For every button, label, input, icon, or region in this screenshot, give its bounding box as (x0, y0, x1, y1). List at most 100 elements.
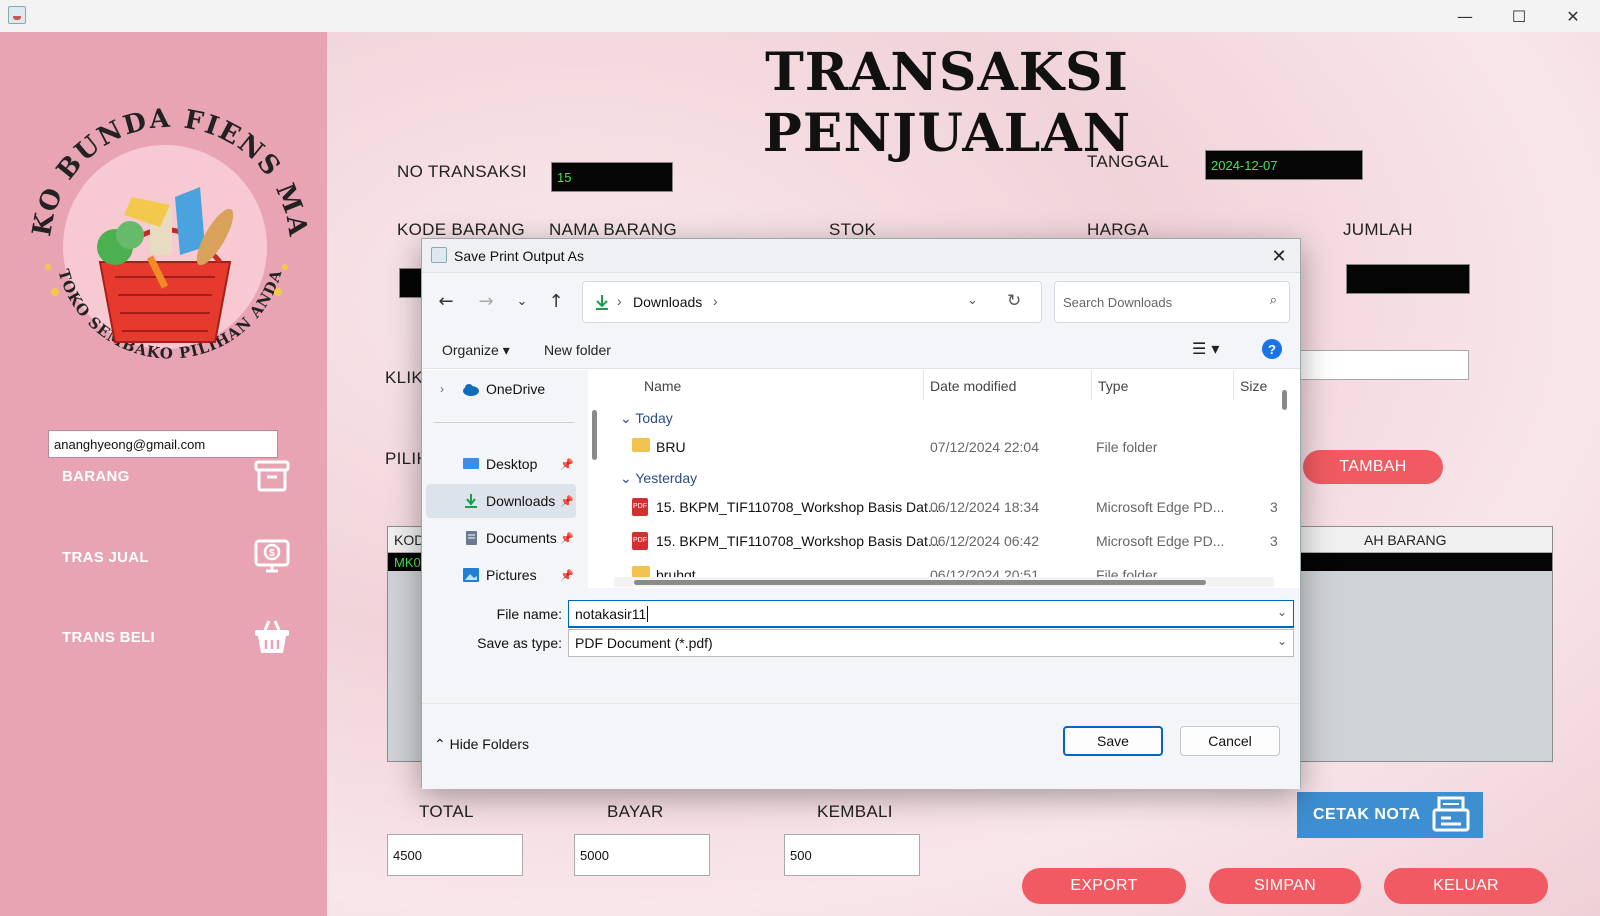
sidebar: TOKO BUNDA FIENS MART TOKO SEMBAKO PILIH… (0, 32, 327, 916)
nav-item-downloads[interactable]: Downloads 📌 (426, 484, 576, 518)
table-cell-kode: MK0 (394, 555, 421, 570)
column-header-name[interactable]: Name (644, 370, 924, 400)
bayar-field[interactable]: 5000 (574, 834, 710, 876)
list-item[interactable]: PDF 15. BKPM_TIF110708_Workshop Basis Da… (608, 490, 1284, 524)
dialog-close-button[interactable]: ✕ (1266, 243, 1292, 269)
recent-locations-chevron-icon[interactable]: ⌄ (508, 287, 536, 315)
file-name-input[interactable]: notakasir11 ⌄ (568, 600, 1294, 628)
nama-barang-label: NAMA BARANG (549, 220, 677, 239)
file-type: File folder (1096, 439, 1158, 455)
store-logo: TOKO BUNDA FIENS MART TOKO SEMBAKO PILIH… (20, 87, 310, 363)
vertical-scrollbar[interactable] (1282, 390, 1287, 410)
nav-item-documents[interactable]: Documents 📌 (426, 521, 576, 555)
tambah-button[interactable]: TAMBAH (1303, 450, 1443, 484)
no-transaksi-label: NO TRANSAKSI (397, 162, 527, 181)
forward-arrow-icon[interactable]: → (472, 287, 500, 315)
breadcrumb[interactable]: › Downloads › ⌄ ↻ (582, 281, 1042, 323)
sidebar-item-tras-jual[interactable]: TRAS JUAL $ (62, 535, 292, 579)
group-header-today[interactable]: ⌄ Today (620, 410, 673, 427)
file-date: 06/12/2024 06:42 (930, 533, 1039, 549)
pdf-icon: PDF (632, 532, 648, 550)
chevron-down-icon[interactable]: ⌄ (1277, 634, 1287, 648)
file-date: 06/12/2024 20:51 (930, 567, 1039, 577)
cetak-nota-button[interactable]: CETAK NOTA (1297, 792, 1483, 838)
file-name: 15. BKPM_TIF110708_Workshop Basis Dat... (656, 499, 940, 515)
archive-box-icon (254, 460, 290, 492)
view-options-icon[interactable]: ☰ ▾ (1192, 339, 1219, 358)
refresh-icon[interactable]: ↻ (1007, 291, 1021, 311)
hide-folders-toggle[interactable]: ⌃ Hide Folders (434, 736, 529, 753)
export-button[interactable]: EXPORT (1022, 868, 1186, 904)
download-icon (596, 295, 608, 310)
file-name: 15. BKPM_TIF110708_Workshop Basis Dat... (656, 533, 940, 549)
organize-button[interactable]: Organize ▾ (442, 342, 510, 359)
help-icon[interactable]: ? (1262, 339, 1282, 359)
no-transaksi-field[interactable]: 15 (551, 162, 673, 192)
maximize-button[interactable]: ☐ (1492, 0, 1546, 32)
file-name-value: notakasir11 (575, 606, 647, 622)
tanggal-field[interactable]: 2024-12-07 (1205, 150, 1363, 180)
column-header-date-modified[interactable]: Date modified (930, 370, 1092, 400)
klik-label: KLIK (385, 368, 424, 387)
hide-folders-label: Hide Folders (449, 736, 529, 752)
java-app-icon (8, 6, 26, 24)
column-header-size[interactable]: Size (1240, 370, 1284, 400)
search-field[interactable] (1297, 350, 1469, 380)
dialog-titlebar: Save Print Output As ✕ (422, 239, 1300, 273)
file-name: bruhgt (656, 567, 696, 577)
sidebar-item-label: TRANS BELI (62, 628, 155, 646)
save-type-value: PDF Document (*.pdf) (575, 635, 713, 651)
cancel-button[interactable]: Cancel (1180, 726, 1280, 756)
path-dropdown-chevron-icon[interactable]: ⌄ (967, 292, 978, 308)
sidebar-item-barang[interactable]: BARANG (62, 454, 292, 498)
save-button[interactable]: Save (1063, 726, 1163, 756)
breadcrumb-downloads[interactable]: Downloads (633, 294, 702, 310)
pin-icon: 📌 (560, 532, 574, 545)
file-fields: File name: notakasir11 ⌄ Save as type: P… (422, 588, 1300, 703)
command-bar: Organize ▾ New folder ☰ ▾ ? (422, 331, 1300, 369)
list-item[interactable]: PDF 15. BKPM_TIF110708_Workshop Basis Da… (608, 524, 1284, 558)
expand-chevron-icon[interactable]: › (440, 382, 444, 396)
horizontal-scrollbar[interactable] (614, 577, 1274, 587)
pin-icon: 📌 (560, 458, 574, 471)
total-field[interactable]: 4500 (387, 834, 523, 876)
pin-icon: 📌 (560, 495, 574, 508)
save-type-label: Save as type: (477, 635, 562, 651)
nav-item-desktop[interactable]: Desktop 📌 (426, 447, 576, 481)
column-header-type[interactable]: Type (1098, 370, 1234, 400)
folder-icon (632, 566, 650, 577)
tanggal-label: TANGGAL (1087, 152, 1170, 171)
list-item-clipped[interactable]: bruhgt 06/12/2024 20:51 File folder (608, 558, 1284, 577)
nav-item-label: Downloads (486, 493, 556, 509)
kembali-field[interactable]: 500 (784, 834, 920, 876)
save-type-select[interactable]: PDF Document (*.pdf) ⌄ (568, 629, 1294, 657)
chevron-up-icon: ⌃ (434, 736, 446, 752)
nav-item-onedrive[interactable]: › OneDrive (426, 372, 576, 406)
nav-item-pictures[interactable]: Pictures 📌 (426, 558, 576, 592)
keluar-button[interactable]: KELUAR (1384, 868, 1548, 904)
scrollbar-thumb[interactable] (634, 580, 1206, 585)
pdf-icon: PDF (632, 498, 648, 516)
search-placeholder: Search Downloads (1063, 295, 1173, 310)
minimize-button[interactable]: — (1438, 0, 1492, 32)
new-folder-button[interactable]: New folder (544, 342, 611, 358)
search-input[interactable]: Search Downloads ⌕ (1054, 281, 1290, 323)
back-arrow-icon[interactable]: ← (432, 287, 460, 315)
list-item[interactable]: BRU 07/12/2024 22:04 File folder (608, 430, 1284, 464)
download-icon (465, 494, 477, 508)
file-date: 06/12/2024 18:34 (930, 499, 1039, 515)
sidebar-item-trans-beli[interactable]: TRANS BELI (62, 615, 292, 659)
file-name: BRU (656, 439, 686, 455)
close-window-button[interactable]: ✕ (1546, 0, 1600, 32)
file-type: Microsoft Edge PD... (1096, 533, 1225, 549)
search-icon[interactable]: ⌕ (1270, 293, 1277, 308)
jumlah-field[interactable] (1346, 264, 1470, 294)
chevron-down-icon[interactable]: ⌄ (1277, 605, 1287, 619)
pin-icon: 📌 (560, 569, 574, 582)
up-arrow-icon[interactable]: ↑ (542, 287, 570, 315)
window-titlebar: — ☐ ✕ (0, 0, 1600, 32)
list-item-row: bruhgt 06/12/2024 20:51 File folder (608, 558, 1284, 577)
simpan-button[interactable]: SIMPAN (1209, 868, 1361, 904)
group-header-yesterday[interactable]: ⌄ Yesterday (620, 470, 697, 487)
kembali-label: KEMBALI (817, 802, 893, 821)
